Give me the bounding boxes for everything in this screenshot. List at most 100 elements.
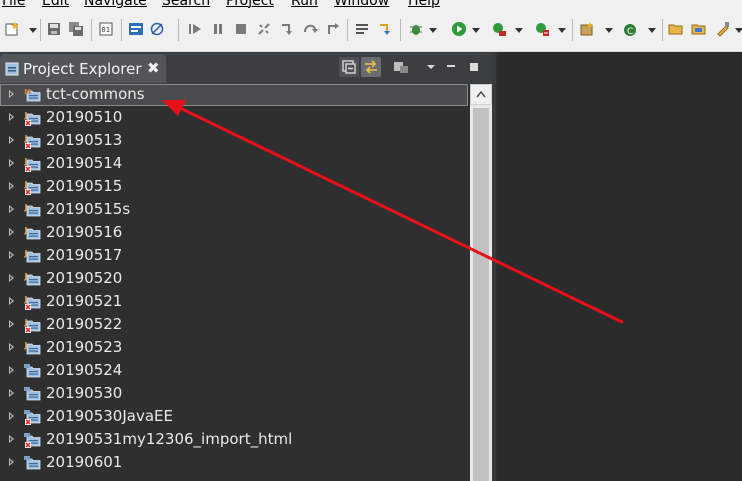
maximize-icon[interactable]	[464, 57, 484, 77]
menu-bar: File Edit Navigate Search Project Run Wi…	[0, 0, 742, 11]
expand-arrow-icon[interactable]	[9, 297, 14, 305]
tree-item-label: 20190515s	[46, 200, 131, 218]
external-tools-icon[interactable]	[534, 21, 550, 37]
tree-item-label: tct-commons	[46, 85, 145, 103]
save-icon[interactable]	[46, 21, 62, 37]
expand-arrow-icon[interactable]	[9, 389, 14, 397]
tree-item[interactable]: J 20190514	[0, 153, 470, 176]
tree-item[interactable]: J 20190513	[0, 130, 470, 153]
tree-item-label: 20190514	[46, 154, 123, 172]
menu-edit[interactable]: Edit	[42, 0, 69, 9]
new-package-dropdown-icon[interactable]	[605, 28, 613, 33]
coverage-icon[interactable]	[491, 21, 507, 37]
tree-item-label: 20190517	[46, 246, 123, 264]
step-over-icon[interactable]	[302, 21, 318, 37]
tree-item[interactable]: Mtct-commons	[0, 84, 470, 107]
save-all-icon[interactable]	[68, 21, 84, 37]
expand-arrow-icon[interactable]	[9, 182, 14, 190]
close-icon[interactable]: ✖	[147, 59, 160, 77]
expand-arrow-icon[interactable]	[9, 366, 14, 374]
expand-arrow-icon[interactable]	[9, 251, 14, 259]
expand-arrow-icon[interactable]	[9, 228, 14, 236]
tree-item[interactable]: J 20190510	[0, 107, 470, 130]
use-step-filters-icon[interactable]	[354, 21, 370, 37]
java-project-error-icon: J	[24, 295, 41, 310]
new-java-package-icon[interactable]	[579, 21, 595, 37]
expand-arrow-icon[interactable]	[9, 159, 14, 167]
link-with-editor-icon[interactable]	[361, 57, 381, 77]
expand-arrow-icon[interactable]	[9, 343, 14, 351]
tree-item[interactable]: J 20190523	[0, 337, 470, 360]
search-dropdown-icon[interactable]	[735, 28, 742, 33]
resume-icon[interactable]	[187, 21, 203, 37]
suspend-icon[interactable]	[210, 21, 226, 37]
expand-arrow-icon[interactable]	[9, 412, 14, 420]
external-tools-dropdown-icon[interactable]	[558, 28, 566, 33]
tree-item[interactable]: J 20190517	[0, 245, 470, 268]
console-icon[interactable]	[128, 21, 144, 37]
tree-item[interactable]: J 20190522	[0, 314, 470, 337]
expand-arrow-icon[interactable]	[9, 274, 14, 282]
expand-arrow-icon[interactable]	[9, 458, 14, 466]
tree-item[interactable]: 20190530	[0, 383, 470, 406]
tree-item[interactable]: 20190524	[0, 360, 470, 383]
search-marker-icon[interactable]	[715, 21, 731, 37]
tree-item[interactable]: J 20190521	[0, 291, 470, 314]
svg-text:J: J	[24, 134, 28, 143]
run-dropdown-icon[interactable]	[472, 28, 480, 33]
menu-run[interactable]: Run	[291, 0, 318, 9]
menu-help[interactable]: Help	[408, 0, 440, 9]
toolbar-separator	[347, 19, 348, 41]
scrollbar-thumb[interactable]	[473, 108, 489, 481]
new-java-class-icon[interactable]: C	[622, 21, 638, 37]
menu-search[interactable]: Search	[162, 0, 210, 9]
tree-item[interactable]: 20190530JavaEE	[0, 406, 470, 429]
menu-window[interactable]: Window	[334, 0, 389, 9]
minimize-icon[interactable]	[441, 57, 461, 77]
menu-project[interactable]: Project	[226, 0, 274, 9]
new-dropdown-icon[interactable]	[29, 28, 37, 33]
new-class-dropdown-icon[interactable]	[648, 28, 656, 33]
expand-arrow-icon[interactable]	[9, 113, 14, 121]
drop-to-frame-icon[interactable]	[378, 21, 394, 37]
step-return-icon[interactable]	[325, 21, 341, 37]
open-task-icon[interactable]	[691, 21, 707, 37]
step-into-icon[interactable]	[279, 21, 295, 37]
menu-navigate[interactable]: Navigate	[84, 0, 147, 9]
expand-arrow-icon[interactable]	[9, 320, 14, 328]
collapse-all-icon[interactable]	[339, 57, 359, 77]
tab-project-explorer[interactable]: Project Explorer ✖	[0, 54, 166, 83]
filters-icon[interactable]	[391, 57, 411, 77]
expand-arrow-icon[interactable]	[9, 136, 14, 144]
expand-arrow-icon[interactable]	[9, 90, 14, 98]
scroll-up-button[interactable]	[470, 84, 492, 105]
tree-item-label: 20190531my12306_import_html	[46, 430, 293, 448]
tree-item[interactable]: 20190601	[0, 452, 470, 475]
disconnect-icon[interactable]	[256, 21, 272, 37]
terminate-icon[interactable]	[233, 21, 249, 37]
tree-item-label: 20190510	[46, 108, 123, 126]
expand-arrow-icon[interactable]	[9, 205, 14, 213]
tree-item[interactable]: J 20190520	[0, 268, 470, 291]
tree-item[interactable]: J 20190515	[0, 176, 470, 199]
debug-icon[interactable]	[408, 21, 424, 37]
run-icon[interactable]	[451, 21, 467, 37]
debug-dropdown-icon[interactable]	[429, 28, 437, 33]
tree-item[interactable]: J 20190516	[0, 222, 470, 245]
binary-icon[interactable]: 01	[98, 21, 114, 37]
web-project-error-icon	[24, 410, 41, 425]
tree-scrollbar[interactable]	[470, 84, 492, 481]
java-project-error-icon: J	[24, 134, 41, 149]
tree-item-label: 20190520	[46, 269, 123, 287]
view-menu-icon[interactable]	[421, 57, 441, 77]
project-explorer-icon	[5, 62, 19, 76]
tree-item[interactable]: J 20190515s	[0, 199, 470, 222]
expand-arrow-icon[interactable]	[9, 435, 14, 443]
new-icon[interactable]	[4, 21, 20, 37]
tree-item[interactable]: 20190531my12306_import_html	[0, 429, 470, 452]
open-type-icon[interactable]	[668, 21, 684, 37]
svg-text:J: J	[24, 111, 28, 120]
coverage-dropdown-icon[interactable]	[515, 28, 523, 33]
skip-breakpoints-icon[interactable]	[149, 21, 165, 37]
menu-file[interactable]: File	[2, 0, 25, 9]
